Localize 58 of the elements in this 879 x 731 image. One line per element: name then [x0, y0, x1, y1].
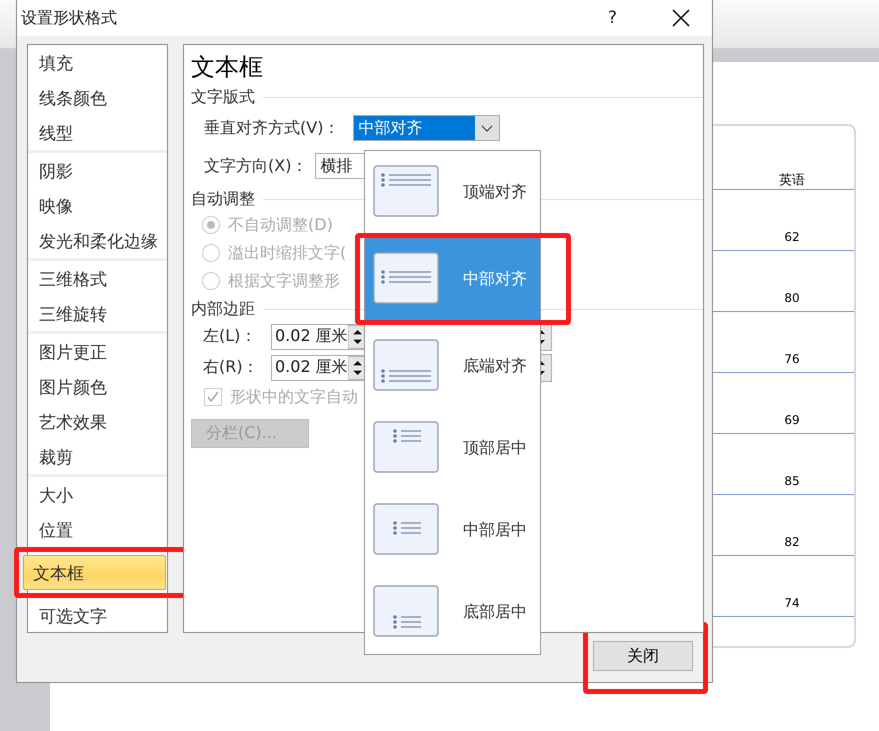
- radio-label: 不自动调整(D): [228, 214, 333, 236]
- category-item[interactable]: 映像: [29, 188, 166, 223]
- alignment-icon: [373, 252, 441, 306]
- help-button[interactable]: ?: [608, 8, 617, 28]
- category-item[interactable]: 文本框: [23, 555, 166, 590]
- radio-button[interactable]: [202, 216, 220, 234]
- category-item[interactable]: 艺术效果: [29, 404, 166, 439]
- section-heading: 内部边距: [191, 298, 255, 320]
- panel-title: 文本框: [191, 52, 264, 83]
- category-item[interactable]: 裁剪: [29, 439, 166, 474]
- category-item[interactable]: 位置: [29, 512, 166, 547]
- radio-label: 根据文字调整形: [228, 270, 340, 292]
- dropdown-option[interactable]: 顶部居中: [365, 407, 540, 489]
- category-item[interactable]: 三维旋转: [29, 296, 166, 331]
- category-item[interactable]: 线条颜色: [29, 80, 166, 115]
- alignment-icon: [373, 421, 441, 475]
- radio-button[interactable]: [202, 272, 220, 290]
- checkbox-label: 形状中的文字自动: [230, 386, 358, 408]
- table-cell: 76: [784, 352, 800, 366]
- section-heading: 文字版式: [191, 86, 255, 108]
- select-value: 中部对齐: [357, 118, 424, 138]
- radio-button[interactable]: [202, 244, 220, 262]
- vertical-align-select[interactable]: 中部对齐: [353, 115, 500, 141]
- alignment-icon: [373, 503, 441, 557]
- table-cell: 69: [784, 413, 800, 427]
- category-item[interactable]: 发光和柔化边缘: [29, 223, 166, 258]
- chevron-down-icon[interactable]: [475, 116, 500, 140]
- field-label: 文字方向(X)：: [204, 156, 308, 176]
- table-cell: 74: [784, 596, 800, 610]
- dropdown-option[interactable]: 底部居中: [365, 571, 540, 653]
- dropdown-option[interactable]: 顶端对齐: [365, 151, 540, 233]
- radio-label: 溢出时缩排文字(: [228, 242, 346, 264]
- close-button[interactable]: 关闭: [593, 641, 693, 671]
- category-item[interactable]: 填充: [29, 45, 166, 80]
- table-cell: 82: [784, 535, 800, 549]
- table-cell: 80: [784, 291, 800, 305]
- category-item[interactable]: 可选文字: [29, 598, 166, 633]
- alignment-icon: [373, 165, 441, 219]
- category-item[interactable]: 大小: [29, 477, 166, 512]
- category-item[interactable]: 三维格式: [29, 261, 166, 296]
- field-label: 左(L)：: [203, 326, 258, 347]
- category-item[interactable]: 图片颜色: [29, 369, 166, 404]
- close-icon[interactable]: [672, 9, 690, 27]
- category-item[interactable]: 线型: [29, 115, 166, 150]
- category-item[interactable]: 阴影: [29, 153, 166, 188]
- table-header: 英语: [779, 172, 805, 189]
- alignment-icon: [373, 585, 441, 639]
- dropdown-option[interactable]: 底端对齐: [365, 325, 540, 407]
- field-label: 垂直对齐方式(V)：: [204, 118, 340, 138]
- window-title: 设置形状格式: [21, 8, 118, 28]
- field-label: 右(R)：: [203, 357, 260, 378]
- alignment-icon: [373, 339, 441, 393]
- section-heading: 自动调整: [191, 188, 255, 210]
- select-value: 横排: [319, 156, 352, 176]
- table-cell: 62: [784, 230, 800, 244]
- category-item[interactable]: 图片更正: [29, 334, 166, 369]
- table-cell: 85: [784, 474, 800, 488]
- dropdown-option[interactable]: 中部居中: [365, 489, 540, 571]
